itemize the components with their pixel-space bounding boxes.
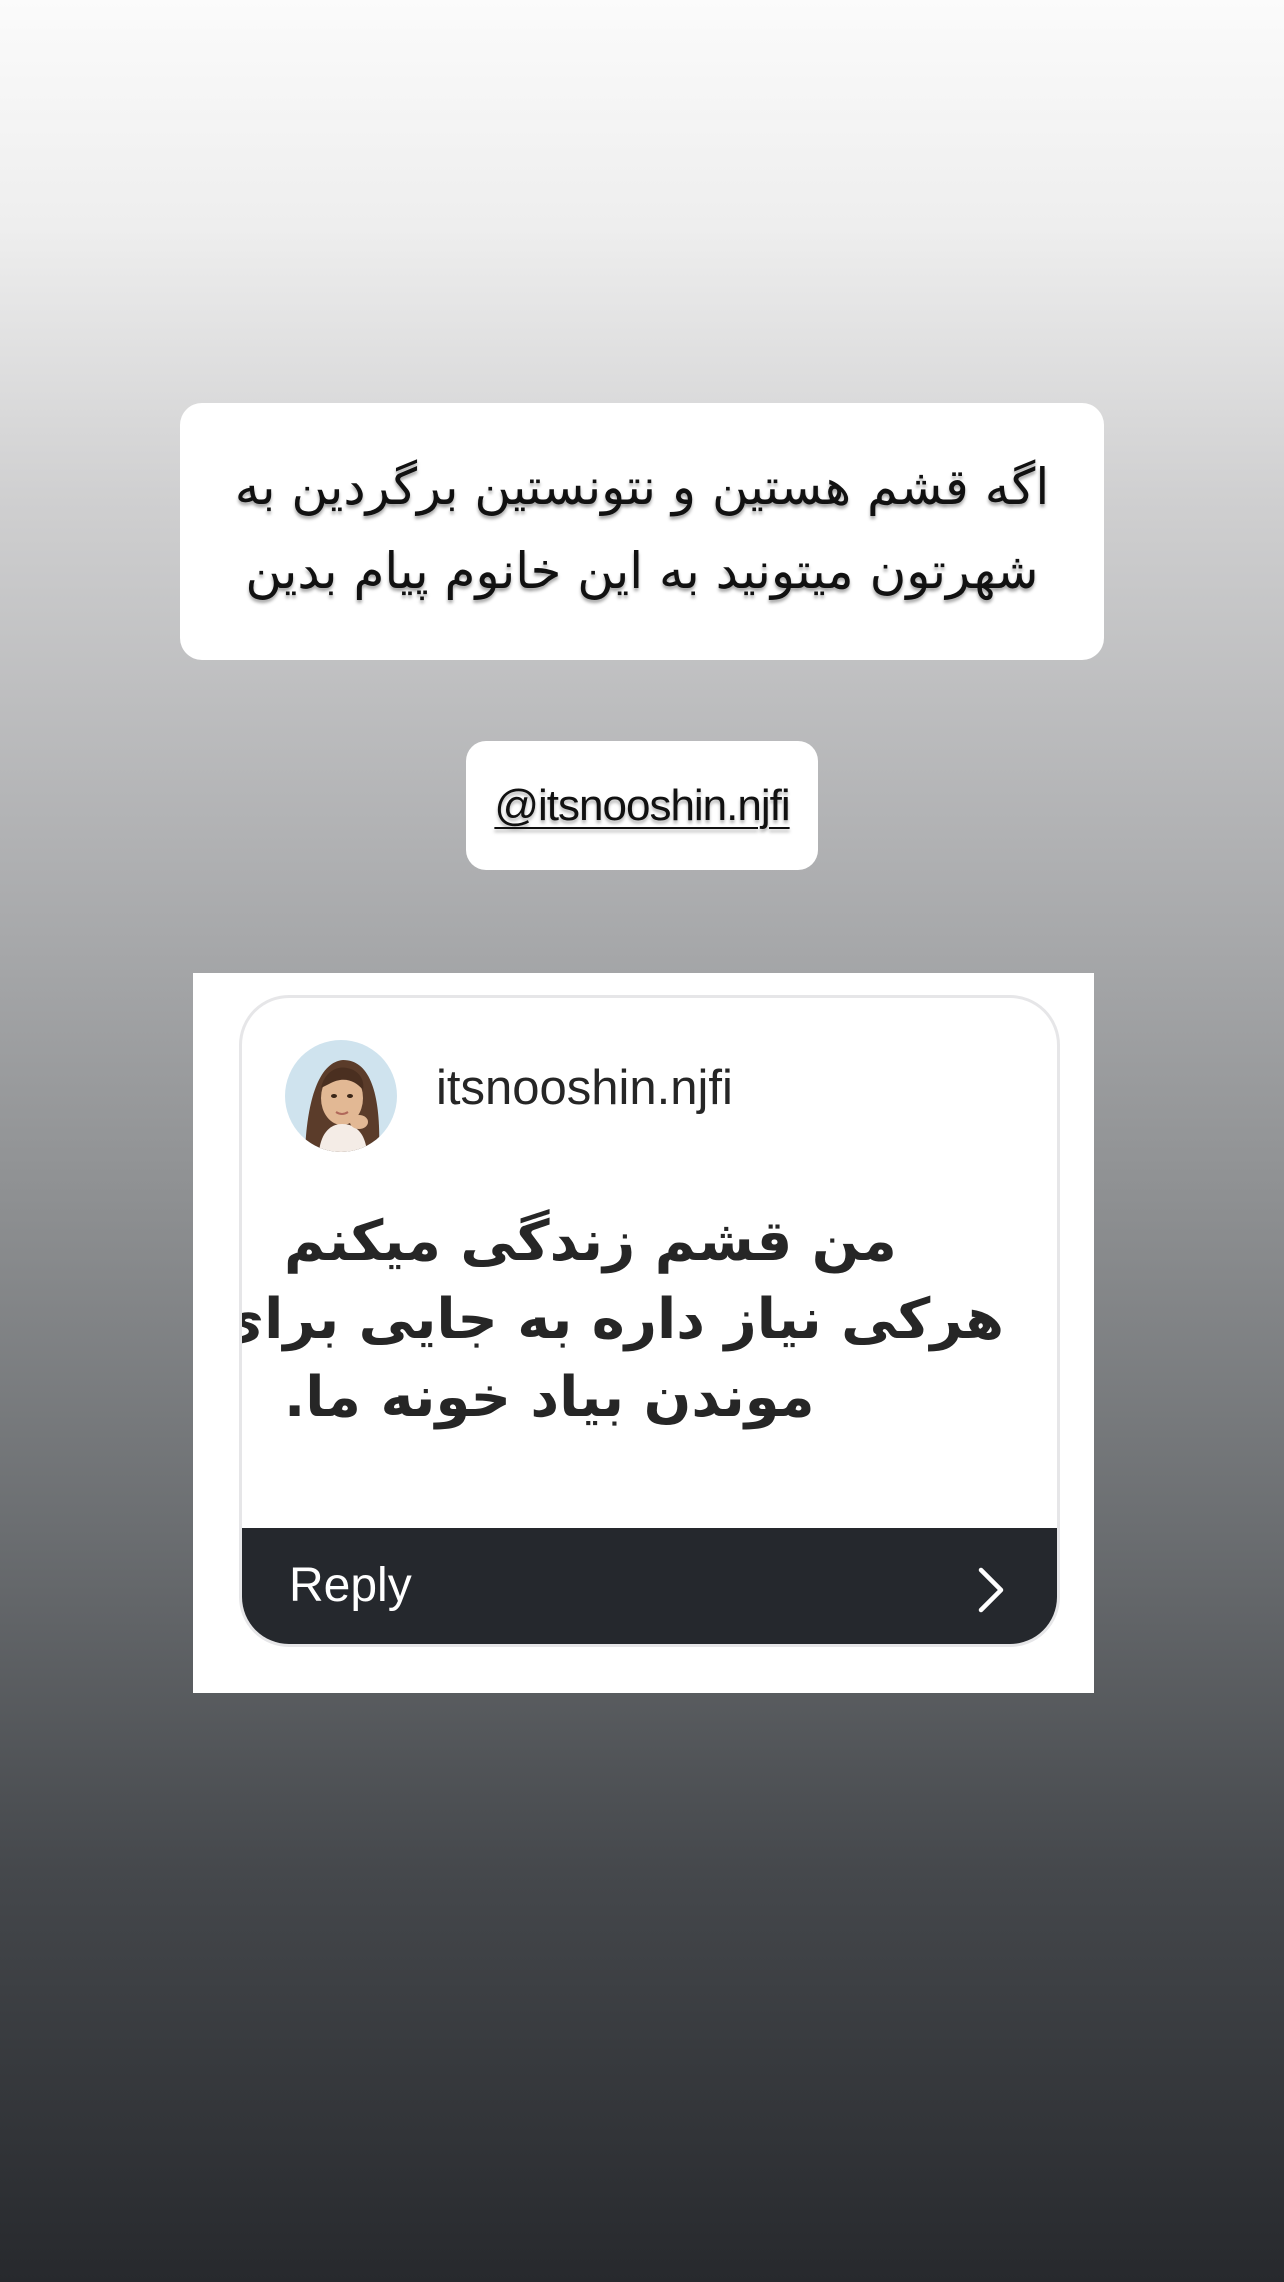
question-message: من قشم زندگی میکنم هرکی نیاز داره به جای… bbox=[239, 1203, 1004, 1437]
caption-line-2: شهرتون میتونید به این خانوم پیام بدین bbox=[245, 542, 1039, 600]
message-line-3: موندن بیاد خونه ما. bbox=[284, 1365, 815, 1430]
caption-line-1: اگه قشم هستین و نتونستین برگردین به bbox=[234, 458, 1050, 516]
question-card: itsnooshin.njfi من قشم زندگی میکنم هرکی … bbox=[239, 995, 1060, 1647]
profile-photo-icon bbox=[285, 1040, 397, 1152]
message-line-2: هرکی نیاز داره به جایی برای bbox=[239, 1287, 1004, 1352]
avatar[interactable] bbox=[285, 1040, 397, 1152]
username[interactable]: itsnooshin.njfi bbox=[436, 1060, 733, 1116]
chevron-right-icon bbox=[978, 1567, 1004, 1613]
question-sticker: itsnooshin.njfi من قشم زندگی میکنم هرکی … bbox=[193, 973, 1094, 1693]
reply-label: Reply bbox=[289, 1559, 412, 1612]
mention-link[interactable]: @itsnooshin.njfi bbox=[494, 781, 790, 831]
reply-button[interactable]: Reply bbox=[242, 1528, 1057, 1644]
mention-sticker[interactable]: @itsnooshin.njfi bbox=[466, 741, 818, 870]
message-line-1: من قشم زندگی میکنم bbox=[284, 1209, 897, 1274]
story-caption-box: اگه قشم هستین و نتونستین برگردین به شهرت… bbox=[180, 403, 1104, 660]
